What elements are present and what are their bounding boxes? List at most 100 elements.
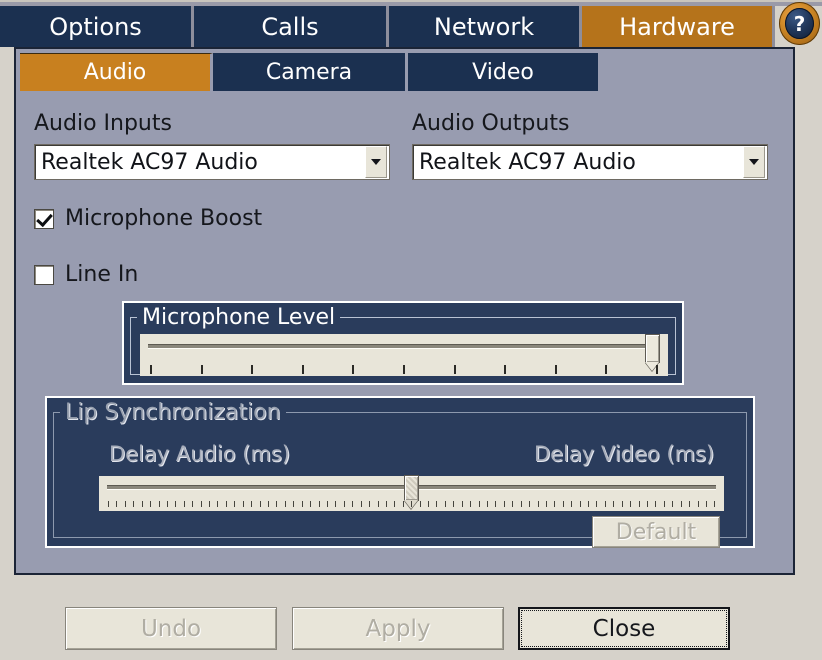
microphone-level-group: Microphone Level	[122, 301, 684, 385]
audio-outputs-select[interactable]: Realtek AC97 Audio	[412, 144, 768, 180]
dialog-footer: Undo Apply Close	[0, 575, 822, 660]
lip-sync-slider[interactable]	[99, 475, 724, 511]
tick	[343, 501, 345, 507]
tick	[225, 501, 227, 507]
chevron-down-icon	[749, 159, 759, 165]
tick	[108, 501, 109, 507]
microphone-level-slider[interactable]	[140, 334, 668, 376]
tick	[175, 501, 177, 507]
subtab-audio[interactable]: Audio	[20, 53, 213, 91]
subtab-camera[interactable]: Camera	[213, 53, 408, 91]
audio-outputs-label: Audio Outputs	[412, 111, 570, 136]
tick	[630, 501, 632, 507]
microphone-level-title: Microphone Level	[137, 305, 341, 330]
line-in-checkbox-row[interactable]: Line In	[34, 262, 138, 287]
tick	[453, 365, 456, 374]
tick	[529, 501, 531, 507]
tick	[470, 501, 472, 507]
tick	[689, 501, 691, 507]
close-button[interactable]: Close	[518, 607, 730, 650]
microphone-boost-checkbox[interactable]	[34, 208, 54, 229]
tick	[486, 501, 488, 507]
line-in-checkbox[interactable]	[34, 264, 54, 285]
chevron-down-icon	[371, 159, 381, 165]
tick	[655, 365, 658, 374]
microphone-level-track[interactable]	[148, 344, 660, 349]
microphone-level-ticks	[150, 365, 658, 374]
tick	[504, 365, 507, 374]
tick	[234, 501, 236, 507]
hardware-panel: Audio Camera Video Audio Inputs Realtek …	[14, 47, 795, 575]
tick	[124, 501, 126, 507]
lip-sync-ticks	[108, 501, 716, 507]
tick	[360, 501, 362, 507]
sub-tabbar: Audio Camera Video	[20, 53, 598, 91]
audio-outputs-dropdown-button[interactable]	[743, 146, 765, 178]
line-in-label: Line In	[65, 262, 139, 287]
tick	[495, 501, 497, 507]
lip-sync-title: Lip Synchronization	[60, 400, 286, 425]
tick	[301, 501, 303, 507]
tick	[714, 501, 716, 507]
tab-options[interactable]: Options	[0, 6, 194, 47]
tab-hardware[interactable]: Hardware	[582, 6, 772, 47]
tick	[276, 501, 278, 507]
tick	[605, 365, 608, 374]
tab-network[interactable]: Network	[389, 6, 582, 47]
tick	[268, 501, 270, 507]
tick	[604, 501, 606, 507]
tick	[301, 365, 304, 374]
audio-inputs-select[interactable]: Realtek AC97 Audio	[34, 144, 390, 180]
tick	[638, 501, 640, 507]
tick	[672, 501, 674, 507]
tick	[166, 501, 168, 507]
lip-sync-thumb[interactable]	[404, 475, 419, 501]
tick	[545, 501, 547, 507]
tick	[259, 501, 261, 507]
tick	[369, 501, 371, 507]
undo-button[interactable]: Undo	[65, 607, 277, 650]
tick	[310, 501, 312, 507]
tick	[158, 501, 160, 507]
tick	[133, 501, 135, 507]
tick	[520, 501, 522, 507]
tick	[394, 501, 396, 507]
delay-audio-label: Delay Audio (ms)	[109, 442, 291, 466]
tick	[503, 501, 505, 507]
subtab-camera-label: Camera	[265, 59, 353, 85]
lip-sync-default-label: Default	[615, 519, 697, 545]
tick	[478, 501, 480, 507]
tick	[588, 501, 590, 507]
audio-inputs-dropdown-button[interactable]	[365, 146, 387, 178]
tick	[326, 501, 328, 507]
undo-button-label: Undo	[140, 615, 202, 642]
tab-calls[interactable]: Calls	[194, 6, 389, 47]
microphone-boost-label: Microphone Boost	[65, 206, 263, 231]
lip-synchronization-group: Lip Synchronization Delay Audio (ms) Del…	[45, 396, 755, 548]
help-button[interactable]: ?	[779, 2, 820, 45]
tick	[647, 501, 648, 507]
tick	[562, 501, 564, 507]
delay-video-label: Delay Video (ms)	[534, 442, 715, 466]
tick	[217, 501, 219, 507]
tick	[377, 501, 379, 507]
tab-hardware-label: Hardware	[619, 12, 735, 41]
microphone-boost-checkbox-row[interactable]: Microphone Boost	[34, 206, 262, 231]
tick	[284, 501, 286, 507]
tick	[411, 501, 413, 507]
tick	[436, 501, 438, 507]
tick	[116, 501, 118, 507]
lip-sync-default-button[interactable]: Default	[592, 516, 720, 548]
question-mark-icon: ?	[785, 8, 814, 39]
tick	[385, 501, 387, 507]
subtab-video[interactable]: Video	[408, 53, 598, 91]
microphone-level-thumb[interactable]	[645, 334, 660, 363]
tick	[537, 501, 539, 507]
tick	[554, 501, 556, 507]
tick	[402, 501, 404, 507]
tick	[318, 501, 320, 507]
tick	[192, 501, 194, 507]
audio-outputs-value: Realtek AC97 Audio	[419, 149, 636, 175]
apply-button[interactable]: Apply	[292, 607, 504, 650]
close-button-label: Close	[592, 615, 656, 642]
